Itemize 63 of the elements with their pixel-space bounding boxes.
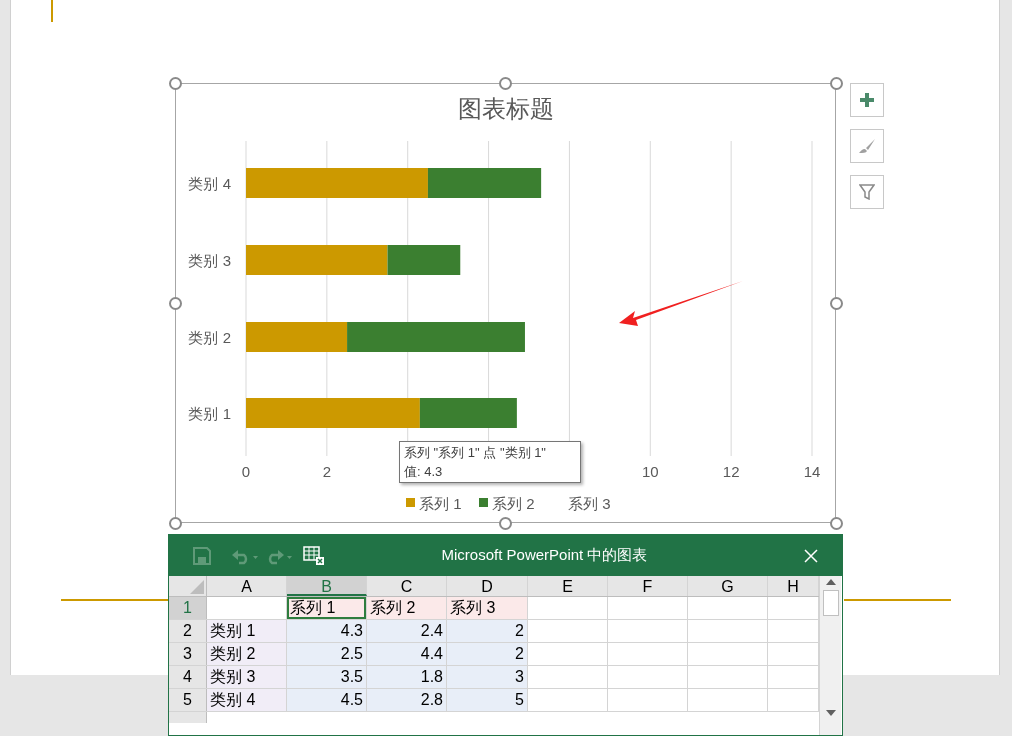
axis-tick-label: 0: [241, 463, 251, 480]
chart-styles-button[interactable]: [850, 129, 884, 163]
table-cell[interactable]: 4.5: [287, 689, 367, 711]
table-cell[interactable]: 系列 1: [287, 597, 367, 619]
table-cell[interactable]: 类别 2: [207, 643, 287, 665]
axis-tick-label: 12: [722, 463, 740, 480]
legend-label: 系列 1: [419, 495, 462, 512]
save-icon[interactable]: [193, 546, 211, 565]
row-header[interactable]: 1: [169, 597, 207, 619]
table-cell[interactable]: 2.5: [287, 643, 367, 665]
column-header[interactable]: C: [367, 576, 447, 596]
spreadsheet-icon[interactable]: [303, 545, 325, 566]
table-cell[interactable]: 4.3: [287, 620, 367, 642]
window-title: Microsoft PowerPoint 中的图表: [440, 545, 649, 566]
category-label: 类别 2: [188, 329, 231, 346]
table-cell[interactable]: 3.5: [287, 666, 367, 688]
table-cell[interactable]: 类别 3: [207, 666, 287, 688]
column-header[interactable]: G: [688, 576, 768, 596]
table-cell[interactable]: 类别 1: [207, 620, 287, 642]
row-header[interactable]: 2: [169, 620, 207, 642]
row-header[interactable]: [169, 712, 207, 723]
close-icon[interactable]: [804, 548, 818, 563]
table-cell[interactable]: 类别 4: [207, 689, 287, 711]
tooltip-text: 系列 "系列 1" 点 "类别 1": [404, 444, 547, 462]
column-header[interactable]: F: [608, 576, 688, 596]
table-cell[interactable]: 3: [447, 666, 528, 688]
plus-icon: [860, 93, 874, 107]
table-cell[interactable]: 系列 2: [367, 597, 447, 619]
table-cell[interactable]: 2.8: [367, 689, 447, 711]
category-label: 类别 4: [188, 175, 231, 192]
axis-tick-label: 10: [641, 463, 659, 480]
bar[interactable]: [387, 245, 461, 275]
chart-title: 图表标题: [456, 94, 555, 124]
table-cell[interactable]: 系列 3: [447, 597, 528, 619]
table-cell[interactable]: 5: [447, 689, 528, 711]
row-header[interactable]: 5: [169, 689, 207, 711]
tooltip-text: 值: 4.3: [404, 463, 444, 481]
add-chart-element-button[interactable]: [850, 83, 884, 117]
table-cell[interactable]: 2.4: [367, 620, 447, 642]
column-header[interactable]: E: [528, 576, 608, 596]
category-label: 类别 1: [188, 405, 231, 422]
row-header[interactable]: 4: [169, 666, 207, 688]
column-header[interactable]: B: [287, 576, 367, 596]
legend-label: 系列 2: [492, 495, 535, 512]
table-cell[interactable]: 2: [447, 620, 528, 642]
legend-label: 系列 3: [568, 495, 611, 512]
axis-tick-label: 2: [322, 463, 332, 480]
table-cell[interactable]: 1.8: [367, 666, 447, 688]
chart-filters-button[interactable]: [850, 175, 884, 209]
scroll-up-icon[interactable]: [825, 578, 836, 586]
scroll-down-icon[interactable]: [825, 709, 836, 717]
vertical-scrollbar[interactable]: [819, 576, 841, 735]
table-cell[interactable]: 4.4: [367, 643, 447, 665]
table-cell[interactable]: 2: [447, 643, 528, 665]
axis-tick-label: 14: [803, 463, 821, 480]
bar[interactable]: [419, 398, 517, 428]
corner-triangle-icon: [190, 580, 204, 594]
filter-icon: [859, 184, 875, 200]
scrollbar-thumb[interactable]: [822, 590, 839, 616]
category-label: 类别 3: [188, 252, 231, 269]
column-header[interactable]: D: [447, 576, 528, 596]
row-header[interactable]: 3: [169, 643, 207, 665]
chart-frame[interactable]: 图表标题 类别 4 类别 3 类别 2 类别 1 0 2 10 12 14 系列 1 系列 2 系列 3 系列 "系列 1" 点 "类别 1" 值: 4.3: [175, 83, 836, 523]
